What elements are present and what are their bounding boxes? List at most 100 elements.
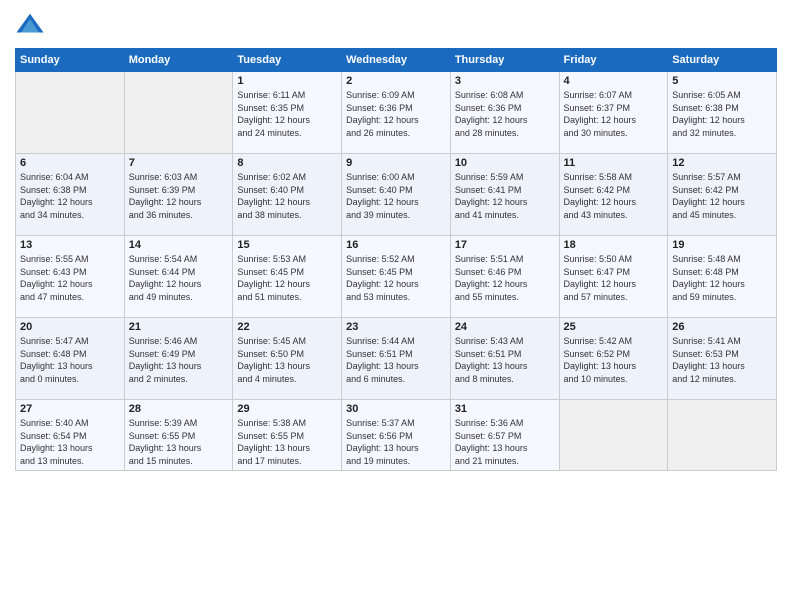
calendar-cell: 18 Sunrise: 5:50 AM Sunset: 6:47 PM Dayli… [559, 236, 668, 318]
day-number: 13 [20, 239, 120, 251]
calendar-week-row: 27 Sunrise: 5:40 AM Sunset: 6:54 PM Dayli… [16, 400, 777, 471]
day-info: Sunrise: 5:58 AM Sunset: 6:42 PM Dayligh… [564, 171, 664, 221]
day-info: Sunrise: 6:05 AM Sunset: 6:38 PM Dayligh… [672, 89, 772, 139]
day-info: Sunrise: 5:52 AM Sunset: 6:45 PM Dayligh… [346, 253, 446, 303]
calendar-cell: 23 Sunrise: 5:44 AM Sunset: 6:51 PM Dayli… [342, 318, 451, 400]
day-number: 28 [129, 403, 229, 415]
day-number: 20 [20, 321, 120, 333]
day-number: 27 [20, 403, 120, 415]
day-info: Sunrise: 5:44 AM Sunset: 6:51 PM Dayligh… [346, 335, 446, 385]
day-info: Sunrise: 6:02 AM Sunset: 6:40 PM Dayligh… [237, 171, 337, 221]
day-number: 3 [455, 75, 555, 87]
day-info: Sunrise: 6:11 AM Sunset: 6:35 PM Dayligh… [237, 89, 337, 139]
calendar-cell [16, 72, 125, 154]
day-number: 1 [237, 75, 337, 87]
day-number: 7 [129, 157, 229, 169]
calendar-cell: 22 Sunrise: 5:45 AM Sunset: 6:50 PM Dayli… [233, 318, 342, 400]
calendar-cell: 9 Sunrise: 6:00 AM Sunset: 6:40 PM Daylig… [342, 154, 451, 236]
calendar-cell [668, 400, 777, 471]
calendar-cell: 10Sunrise: 5:59 AM Sunset: 6:41 PM Dayli… [450, 154, 559, 236]
calendar-cell: 11 Sunrise: 5:58 AM Sunset: 6:42 PM Dayli… [559, 154, 668, 236]
calendar-header-row: SundayMondayTuesdayWednesdayThursdayFrid… [16, 49, 777, 72]
day-header-thursday: Thursday [450, 49, 559, 72]
calendar-cell: 12Sunrise: 5:57 AM Sunset: 6:42 PM Dayli… [668, 154, 777, 236]
calendar-cell: 19 Sunrise: 5:48 AM Sunset: 6:48 PM Dayli… [668, 236, 777, 318]
day-number: 29 [237, 403, 337, 415]
day-info: Sunrise: 5:59 AM Sunset: 6:41 PM Dayligh… [455, 171, 555, 221]
day-number: 31 [455, 403, 555, 415]
page: SundayMondayTuesdayWednesdayThursdayFrid… [0, 0, 792, 612]
calendar-week-row: 13Sunrise: 5:55 AM Sunset: 6:43 PM Dayli… [16, 236, 777, 318]
day-info: Sunrise: 6:09 AM Sunset: 6:36 PM Dayligh… [346, 89, 446, 139]
calendar-week-row: 1 Sunrise: 6:11 AM Sunset: 6:35 PM Daylig… [16, 72, 777, 154]
calendar-week-row: 6 Sunrise: 6:04 AM Sunset: 6:38 PM Daylig… [16, 154, 777, 236]
calendar-week-row: 20 Sunrise: 5:47 AM Sunset: 6:48 PM Dayli… [16, 318, 777, 400]
calendar-cell: 29 Sunrise: 5:38 AM Sunset: 6:55 PM Dayli… [233, 400, 342, 471]
header [15, 10, 777, 40]
day-info: Sunrise: 5:40 AM Sunset: 6:54 PM Dayligh… [20, 417, 120, 467]
day-number: 8 [237, 157, 337, 169]
day-info: Sunrise: 5:43 AM Sunset: 6:51 PM Dayligh… [455, 335, 555, 385]
calendar-cell: 25 Sunrise: 5:42 AM Sunset: 6:52 PM Dayli… [559, 318, 668, 400]
calendar-cell: 1 Sunrise: 6:11 AM Sunset: 6:35 PM Daylig… [233, 72, 342, 154]
logo-icon [15, 10, 45, 40]
day-info: Sunrise: 6:07 AM Sunset: 6:37 PM Dayligh… [564, 89, 664, 139]
day-info: Sunrise: 5:50 AM Sunset: 6:47 PM Dayligh… [564, 253, 664, 303]
calendar-cell: 2 Sunrise: 6:09 AM Sunset: 6:36 PM Daylig… [342, 72, 451, 154]
day-info: Sunrise: 6:00 AM Sunset: 6:40 PM Dayligh… [346, 171, 446, 221]
day-info: Sunrise: 5:38 AM Sunset: 6:55 PM Dayligh… [237, 417, 337, 467]
day-info: Sunrise: 5:36 AM Sunset: 6:57 PM Dayligh… [455, 417, 555, 467]
day-info: Sunrise: 5:57 AM Sunset: 6:42 PM Dayligh… [672, 171, 772, 221]
calendar-cell [124, 72, 233, 154]
day-info: Sunrise: 5:41 AM Sunset: 6:53 PM Dayligh… [672, 335, 772, 385]
day-number: 14 [129, 239, 229, 251]
day-info: Sunrise: 5:46 AM Sunset: 6:49 PM Dayligh… [129, 335, 229, 385]
day-number: 16 [346, 239, 446, 251]
calendar-cell: 4Sunrise: 6:07 AM Sunset: 6:37 PM Daylig… [559, 72, 668, 154]
calendar-cell: 28 Sunrise: 5:39 AM Sunset: 6:55 PM Dayli… [124, 400, 233, 471]
day-info: Sunrise: 5:37 AM Sunset: 6:56 PM Dayligh… [346, 417, 446, 467]
day-info: Sunrise: 5:54 AM Sunset: 6:44 PM Dayligh… [129, 253, 229, 303]
calendar-cell: 31 Sunrise: 5:36 AM Sunset: 6:57 PM Dayli… [450, 400, 559, 471]
day-header-sunday: Sunday [16, 49, 125, 72]
logo [15, 10, 49, 40]
day-number: 23 [346, 321, 446, 333]
day-number: 2 [346, 75, 446, 87]
day-info: Sunrise: 5:53 AM Sunset: 6:45 PM Dayligh… [237, 253, 337, 303]
day-info: Sunrise: 6:04 AM Sunset: 6:38 PM Dayligh… [20, 171, 120, 221]
day-number: 26 [672, 321, 772, 333]
calendar-cell: 14 Sunrise: 5:54 AM Sunset: 6:44 PM Dayli… [124, 236, 233, 318]
day-info: Sunrise: 5:42 AM Sunset: 6:52 PM Dayligh… [564, 335, 664, 385]
day-number: 6 [20, 157, 120, 169]
calendar-cell: 16 Sunrise: 5:52 AM Sunset: 6:45 PM Dayli… [342, 236, 451, 318]
day-number: 19 [672, 239, 772, 251]
calendar-cell: 13Sunrise: 5:55 AM Sunset: 6:43 PM Dayli… [16, 236, 125, 318]
day-number: 24 [455, 321, 555, 333]
day-number: 15 [237, 239, 337, 251]
calendar-cell: 24 Sunrise: 5:43 AM Sunset: 6:51 PM Dayli… [450, 318, 559, 400]
day-header-tuesday: Tuesday [233, 49, 342, 72]
day-info: Sunrise: 6:03 AM Sunset: 6:39 PM Dayligh… [129, 171, 229, 221]
day-info: Sunrise: 5:48 AM Sunset: 6:48 PM Dayligh… [672, 253, 772, 303]
day-number: 11 [564, 157, 664, 169]
day-info: Sunrise: 5:51 AM Sunset: 6:46 PM Dayligh… [455, 253, 555, 303]
calendar-cell [559, 400, 668, 471]
calendar-cell: 8 Sunrise: 6:02 AM Sunset: 6:40 PM Daylig… [233, 154, 342, 236]
day-header-monday: Monday [124, 49, 233, 72]
day-info: Sunrise: 5:47 AM Sunset: 6:48 PM Dayligh… [20, 335, 120, 385]
calendar-cell: 20 Sunrise: 5:47 AM Sunset: 6:48 PM Dayli… [16, 318, 125, 400]
calendar-cell: 7 Sunrise: 6:03 AM Sunset: 6:39 PM Daylig… [124, 154, 233, 236]
day-number: 5 [672, 75, 772, 87]
day-number: 9 [346, 157, 446, 169]
day-info: Sunrise: 5:45 AM Sunset: 6:50 PM Dayligh… [237, 335, 337, 385]
calendar-cell: 3Sunrise: 6:08 AM Sunset: 6:36 PM Daylig… [450, 72, 559, 154]
day-number: 25 [564, 321, 664, 333]
day-info: Sunrise: 5:39 AM Sunset: 6:55 PM Dayligh… [129, 417, 229, 467]
day-number: 18 [564, 239, 664, 251]
calendar-cell: 17Sunrise: 5:51 AM Sunset: 6:46 PM Dayli… [450, 236, 559, 318]
calendar-cell: 5 Sunrise: 6:05 AM Sunset: 6:38 PM Daylig… [668, 72, 777, 154]
calendar: SundayMondayTuesdayWednesdayThursdayFrid… [15, 48, 777, 471]
calendar-cell: 6 Sunrise: 6:04 AM Sunset: 6:38 PM Daylig… [16, 154, 125, 236]
calendar-cell: 27 Sunrise: 5:40 AM Sunset: 6:54 PM Dayli… [16, 400, 125, 471]
day-number: 22 [237, 321, 337, 333]
